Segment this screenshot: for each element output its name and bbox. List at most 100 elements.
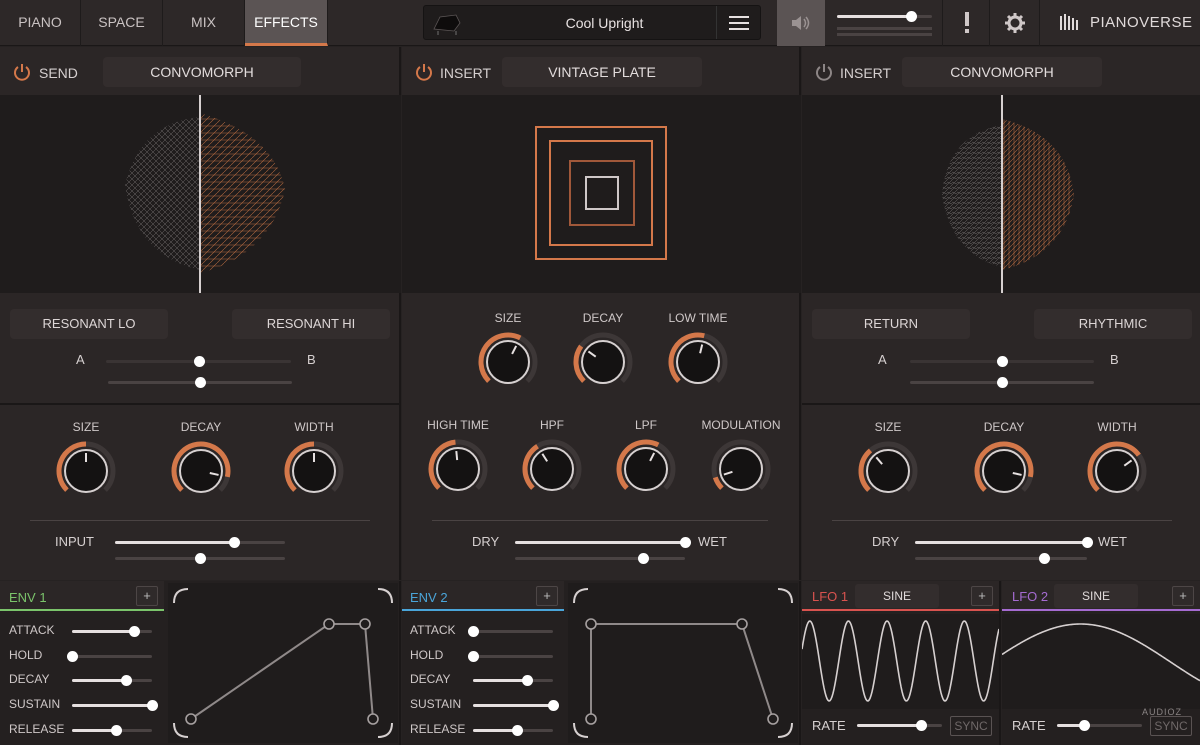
fx-preset-selector[interactable]: VINTAGE PLATE bbox=[502, 57, 702, 87]
env-param-slider[interactable] bbox=[72, 675, 152, 687]
size-knob[interactable] bbox=[858, 441, 918, 501]
env-param-slider[interactable] bbox=[473, 675, 553, 687]
tab-effects[interactable]: EFFECTS bbox=[245, 0, 328, 46]
hpf-knob[interactable] bbox=[522, 439, 582, 499]
preset-menu-button[interactable] bbox=[716, 6, 760, 39]
morph-slider-2[interactable] bbox=[108, 377, 292, 388]
env-param-slider-thumb[interactable] bbox=[111, 724, 122, 736]
morph-slider-2-thumb[interactable] bbox=[195, 377, 206, 388]
rate-label: RATE bbox=[1012, 718, 1046, 733]
tab-piano[interactable]: PIANO bbox=[0, 0, 81, 46]
env-param-slider-thumb[interactable] bbox=[468, 626, 479, 637]
lfo1-waveform bbox=[802, 614, 999, 709]
dry-wet-slider[interactable] bbox=[515, 537, 691, 548]
morph-slider-2[interactable] bbox=[910, 377, 1094, 388]
knob-label-modulation: MODULATION bbox=[701, 418, 781, 432]
env-param-slider-thumb[interactable] bbox=[548, 700, 559, 712]
dry-wet-slider-2-thumb[interactable] bbox=[637, 553, 649, 564]
dry-wet-slider[interactable] bbox=[915, 537, 1093, 548]
lfo2-shape-selector[interactable]: SINE bbox=[1054, 584, 1138, 608]
env-param-slider-thumb[interactable] bbox=[129, 626, 141, 637]
input-slider-thumb[interactable] bbox=[229, 537, 240, 548]
morph-slider[interactable] bbox=[106, 356, 291, 367]
dry-wet-slider-2[interactable] bbox=[515, 553, 685, 564]
tab-mix[interactable]: MIX bbox=[163, 0, 245, 46]
morph-slider-thumb[interactable] bbox=[997, 356, 1008, 367]
env-param-slider[interactable] bbox=[72, 626, 152, 637]
power-icon[interactable] bbox=[814, 62, 834, 82]
volume-slider[interactable] bbox=[837, 11, 932, 22]
env-param-slider-thumb[interactable] bbox=[512, 724, 523, 736]
fx-preset-selector[interactable]: CONVOMORPH bbox=[103, 57, 301, 87]
env-param-slider[interactable] bbox=[473, 700, 559, 712]
width-knob[interactable] bbox=[1087, 441, 1147, 501]
alert-button[interactable] bbox=[942, 0, 990, 46]
sync-button[interactable]: SYNC bbox=[950, 716, 992, 736]
knob-label-width: WIDTH bbox=[294, 420, 334, 434]
lpf-knob[interactable] bbox=[616, 439, 676, 499]
env1-title: ENV 1 bbox=[9, 590, 47, 605]
dry-wet-slider-thumb[interactable] bbox=[680, 537, 691, 548]
modulation-knob[interactable] bbox=[711, 439, 771, 499]
env2-graph[interactable] bbox=[568, 583, 798, 743]
volume-slider-thumb[interactable] bbox=[906, 11, 918, 22]
env-param-slider-thumb[interactable] bbox=[468, 650, 479, 662]
env-param-slider-thumb[interactable] bbox=[67, 650, 78, 662]
high-time-knob[interactable] bbox=[428, 439, 488, 499]
morph-slider-2-thumb[interactable] bbox=[997, 377, 1008, 388]
power-icon[interactable] bbox=[414, 62, 434, 82]
power-icon[interactable] bbox=[12, 62, 32, 82]
env-param-slider-thumb[interactable] bbox=[121, 675, 133, 687]
add-modulation-button[interactable]: + bbox=[971, 586, 993, 606]
add-modulation-button[interactable]: + bbox=[1172, 586, 1194, 606]
preset-selector[interactable]: Cool Upright bbox=[423, 5, 761, 40]
env-param-slider[interactable] bbox=[468, 650, 553, 662]
rate-slider-thumb[interactable] bbox=[1079, 720, 1091, 731]
add-modulation-button[interactable]: + bbox=[136, 586, 158, 606]
env-param-slider[interactable] bbox=[468, 626, 553, 637]
rate-slider[interactable] bbox=[1057, 720, 1142, 731]
rate-slider[interactable] bbox=[857, 720, 942, 731]
env-param-label: HOLD bbox=[410, 647, 444, 662]
input-slider-2-thumb[interactable] bbox=[195, 553, 206, 564]
add-modulation-button[interactable]: + bbox=[536, 586, 558, 606]
lfo1-title: LFO 1 bbox=[812, 589, 849, 604]
morph-b-marker: B bbox=[1110, 352, 1119, 367]
env1-graph[interactable] bbox=[168, 583, 398, 743]
dry-wet-slider-2[interactable] bbox=[915, 553, 1087, 564]
morph-a-button[interactable]: RESONANT LO bbox=[10, 309, 168, 339]
env-param-slider[interactable] bbox=[72, 724, 152, 736]
width-knob[interactable] bbox=[284, 441, 344, 501]
knob-label-lpf: LPF bbox=[634, 418, 657, 432]
morph-a-button[interactable]: RETURN bbox=[812, 309, 970, 339]
low-time-knob[interactable] bbox=[668, 332, 728, 392]
size-knob[interactable] bbox=[478, 332, 538, 392]
morph-slider[interactable] bbox=[910, 356, 1094, 367]
dry-wet-slider-2-thumb[interactable] bbox=[1039, 553, 1050, 564]
morph-slider-thumb[interactable] bbox=[193, 356, 205, 367]
env-param-slider-thumb[interactable] bbox=[147, 700, 158, 712]
decay-knob[interactable] bbox=[974, 441, 1034, 501]
tab-space[interactable]: SPACE bbox=[81, 0, 163, 46]
env-param-slider[interactable] bbox=[473, 724, 553, 736]
size-knob[interactable] bbox=[56, 441, 116, 501]
morph-b-button[interactable]: RHYTHMIC bbox=[1034, 309, 1192, 339]
sync-button[interactable]: SYNC bbox=[1150, 716, 1192, 736]
env-param-slider-thumb[interactable] bbox=[522, 675, 534, 687]
level-meter-left bbox=[837, 27, 932, 30]
dry-wet-slider-thumb[interactable] bbox=[1082, 537, 1093, 548]
knob-label-size: SIZE bbox=[494, 311, 522, 325]
speaker-button[interactable] bbox=[777, 0, 825, 46]
morph-b-button[interactable]: RESONANT HI bbox=[232, 309, 390, 339]
settings-button[interactable] bbox=[990, 0, 1040, 46]
lfo1-shape-selector[interactable]: SINE bbox=[855, 584, 939, 608]
decay-knob[interactable] bbox=[573, 332, 633, 392]
dry-label: DRY bbox=[472, 534, 500, 549]
input-slider[interactable] bbox=[115, 537, 285, 548]
rate-slider-thumb[interactable] bbox=[915, 720, 927, 731]
input-slider-2[interactable] bbox=[115, 553, 285, 564]
decay-knob[interactable] bbox=[171, 441, 231, 501]
env-param-slider[interactable] bbox=[67, 650, 152, 662]
fx-preset-selector[interactable]: CONVOMORPH bbox=[902, 57, 1102, 87]
env-param-slider[interactable] bbox=[72, 700, 158, 712]
